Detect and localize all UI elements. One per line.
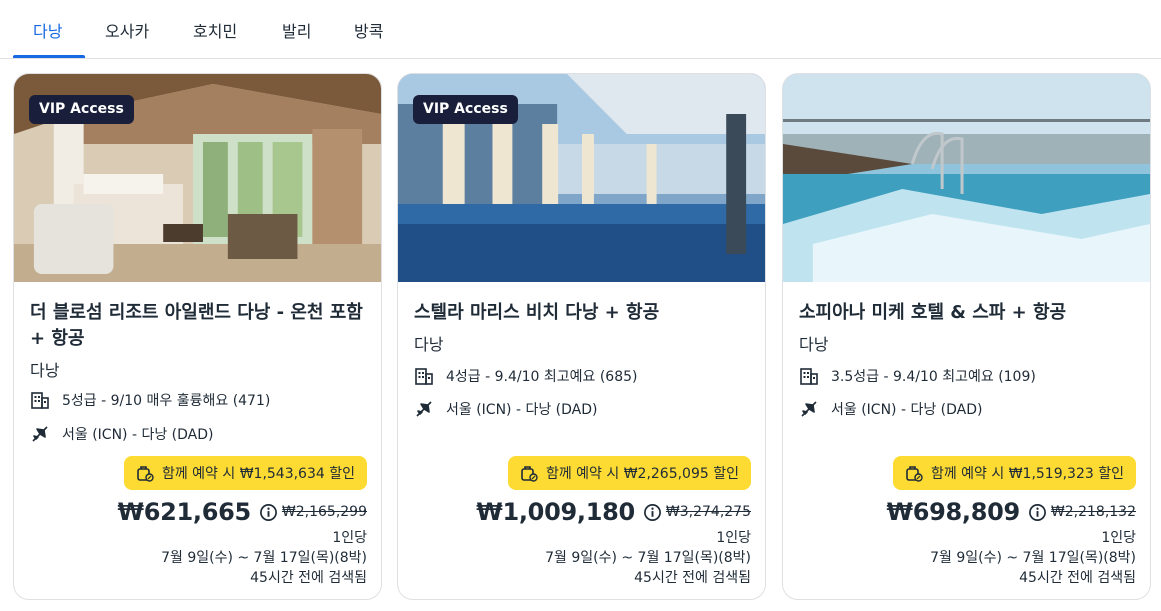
hotel-card[interactable]: 소피아나 미케 호텔 & 스파 + 항공 다낭 3.5성급 - 9.4/10 최… — [782, 73, 1151, 600]
discount-text: 함께 예약 시 ₩1,543,634 할인 — [161, 466, 355, 482]
current-price: ₩698,809 — [886, 498, 1021, 526]
hotel-card[interactable]: VIP Access 더 블로섬 리조트 아일랜드 다낭 - 온천 포함 + 항… — [13, 73, 382, 600]
vip-access-badge: VIP Access — [29, 95, 134, 124]
current-price: ₩621,665 — [117, 498, 252, 526]
tab-danang[interactable]: 다낭 — [33, 18, 62, 42]
hotel-photo — [783, 74, 1150, 282]
stay-dates: 7월 9일(수) ~ 7월 17일(목)(8박) — [545, 550, 751, 566]
route-text: 서울 (ICN) - 다낭 (DAD) — [446, 402, 598, 418]
hotel-location: 다낭 — [414, 335, 444, 354]
discount-text: 함께 예약 시 ₩1,519,323 할인 — [930, 466, 1124, 482]
bag-discount-icon — [905, 464, 923, 482]
hotel-photo: VIP Access — [14, 74, 381, 282]
per-person-label: 1인당 — [332, 530, 367, 546]
bundle-discount-badge: 함께 예약 시 ₩1,543,634 할인 — [123, 456, 367, 490]
tab-bali[interactable]: 발리 — [282, 18, 311, 42]
stay-dates: 7월 9일(수) ~ 7월 17일(목)(8박) — [161, 550, 367, 566]
route-text: 서울 (ICN) - 다낭 (DAD) — [831, 402, 983, 418]
flight-row: 서울 (ICN) - 다낭 (DAD) — [414, 399, 598, 419]
rating-row: 3.5성급 - 9.4/10 최고예요 (109) — [799, 366, 1036, 386]
hotel-photo: VIP Access — [398, 74, 765, 282]
building-icon — [30, 390, 50, 410]
per-person-label: 1인당 — [1101, 530, 1136, 546]
searched-time: 45시간 전에 검색됨 — [1019, 570, 1136, 586]
info-icon[interactable] — [1028, 503, 1047, 522]
airplane-icon — [799, 399, 819, 419]
tab-osaka[interactable]: 오사카 — [105, 18, 149, 42]
hotel-card[interactable]: VIP Access 스텔라 마리스 비치 다낭 + 항공 다낭 4성급 - 9… — [397, 73, 766, 600]
flight-row: 서울 (ICN) - 다낭 (DAD) — [799, 399, 983, 419]
hotel-location: 다낭 — [30, 361, 60, 380]
original-price: ₩2,165,299 — [281, 504, 367, 520]
stay-dates: 7월 9일(수) ~ 7월 17일(목)(8박) — [930, 550, 1136, 566]
hotel-title[interactable]: 더 블로섬 리조트 아일랜드 다낭 - 온천 포함 + 항공 — [30, 300, 370, 352]
flight-row: 서울 (ICN) - 다낭 (DAD) — [30, 424, 214, 444]
bag-discount-icon — [520, 464, 538, 482]
building-icon — [799, 366, 819, 386]
tab-hochiminh[interactable]: 호치민 — [193, 18, 237, 42]
original-price: ₩2,218,132 — [1050, 504, 1136, 520]
bundle-discount-badge: 함께 예약 시 ₩1,519,323 할인 — [892, 456, 1136, 490]
price-row: ₩621,665 ₩2,165,299 — [118, 496, 367, 528]
hotel-location: 다낭 — [799, 335, 829, 354]
hotel-title[interactable]: 소피아나 미케 호텔 & 스파 + 항공 — [799, 300, 1139, 326]
rating-text: 4성급 - 9.4/10 최고예요 (685) — [446, 369, 638, 385]
rating-row: 5성급 - 9/10 매우 훌륭해요 (471) — [30, 390, 270, 410]
price-row: ₩698,809 ₩2,218,132 — [887, 496, 1136, 528]
airplane-icon — [414, 399, 434, 419]
rating-text: 3.5성급 - 9.4/10 최고예요 (109) — [831, 369, 1036, 385]
original-price: ₩3,274,275 — [665, 504, 751, 520]
active-tab-indicator — [13, 55, 85, 58]
current-price: ₩1,009,180 — [476, 498, 635, 526]
bag-discount-icon — [136, 464, 154, 482]
rating-row: 4성급 - 9.4/10 최고예요 (685) — [414, 366, 637, 386]
discount-text: 함께 예약 시 ₩2,265,095 할인 — [545, 466, 739, 482]
price-row: ₩1,009,180 ₩3,274,275 — [476, 496, 751, 528]
tab-bangkok[interactable]: 방콕 — [354, 18, 383, 42]
info-icon[interactable] — [643, 503, 662, 522]
destination-tabs: 다낭 오사카 호치민 발리 방콕 — [0, 0, 1161, 59]
bundle-discount-badge: 함께 예약 시 ₩2,265,095 할인 — [507, 456, 751, 490]
rating-text: 5성급 - 9/10 매우 훌륭해요 (471) — [62, 393, 271, 409]
info-icon[interactable] — [259, 503, 278, 522]
vip-access-badge: VIP Access — [413, 95, 518, 124]
searched-time: 45시간 전에 검색됨 — [250, 570, 367, 586]
per-person-label: 1인당 — [716, 530, 751, 546]
searched-time: 45시간 전에 검색됨 — [634, 570, 751, 586]
airplane-icon — [30, 424, 50, 444]
building-icon — [414, 366, 434, 386]
hotel-title[interactable]: 스텔라 마리스 비치 다낭 + 항공 — [414, 300, 754, 326]
route-text: 서울 (ICN) - 다낭 (DAD) — [62, 427, 214, 443]
